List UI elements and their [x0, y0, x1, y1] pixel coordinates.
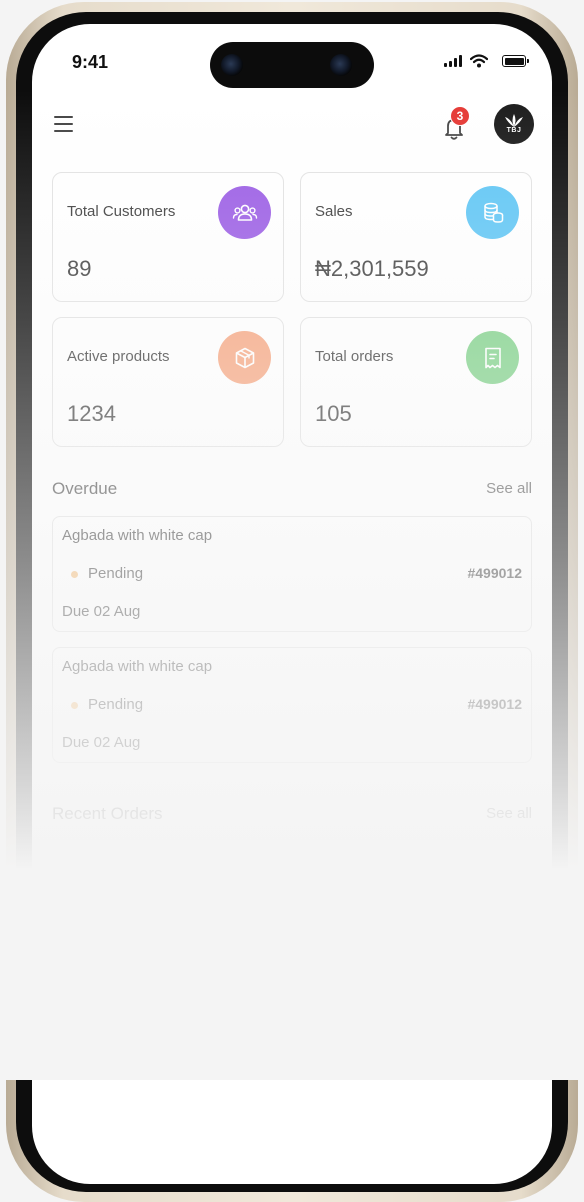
order-due-date: Due 02 Aug [62, 734, 141, 751]
users-icon [218, 186, 271, 239]
order-name: Agbada with white cap [62, 527, 213, 544]
stat-label: Sales [315, 203, 353, 220]
notification-badge: 3 [450, 106, 470, 126]
avatar[interactable]: TBJ [494, 104, 534, 144]
receipt-icon [466, 331, 519, 384]
camera-icon [221, 54, 243, 76]
stat-value: 1234 [67, 401, 116, 426]
stat-value: ₦2,301,559 [315, 256, 429, 281]
stat-label: Total Customers [67, 203, 176, 220]
order-name: Agbada with white cap [62, 658, 213, 675]
overdue-order-card[interactable]: Agbada with white cap Pending #499012 Du… [52, 647, 532, 763]
battery-icon [502, 55, 529, 67]
order-number: #499012 [467, 696, 522, 712]
hamburger-menu-icon[interactable] [54, 116, 74, 134]
signal-icon [444, 55, 462, 67]
overdue-section-title: Overdue [52, 479, 118, 498]
stat-card-total-orders[interactable]: Total orders 105 [300, 317, 532, 447]
stat-value: 89 [67, 256, 92, 281]
overdue-order-card[interactable]: Agbada with white cap Pending #499012 Du… [52, 516, 532, 632]
stat-label: Active products [67, 348, 170, 365]
dynamic-island [210, 42, 374, 88]
leaf-logo-icon [505, 114, 523, 127]
overdue-see-all-link[interactable]: See all [486, 480, 532, 497]
recent-orders-see-all-link[interactable]: See all [486, 805, 532, 822]
app-screen: 9:41 3 TBJ Total Customers 89 Sales ₦2,3… [32, 24, 552, 1184]
stat-card-active-products[interactable]: Active products 1234 [52, 317, 284, 447]
stat-value: 105 [315, 401, 352, 426]
status-dot [71, 702, 78, 709]
recent-orders-section-title: Recent Orders [52, 804, 163, 823]
avatar-logo-text: TBJ [506, 127, 522, 134]
order-status: Pending [88, 696, 144, 713]
order-due-date: Due 02 Aug [62, 603, 141, 620]
box-icon [218, 331, 271, 384]
status-dot [71, 571, 78, 578]
stat-card-sales[interactable]: Sales ₦2,301,559 [300, 172, 532, 302]
order-status: Pending [88, 565, 144, 582]
coins-icon [466, 186, 519, 239]
stat-label: Total orders [315, 348, 394, 365]
sensor-icon [330, 54, 352, 76]
status-time: 9:41 [72, 52, 109, 72]
status-icons [436, 54, 529, 68]
stat-card-total-customers[interactable]: Total Customers 89 [52, 172, 284, 302]
order-number: #499012 [467, 565, 522, 581]
wifi-icon [470, 54, 488, 68]
